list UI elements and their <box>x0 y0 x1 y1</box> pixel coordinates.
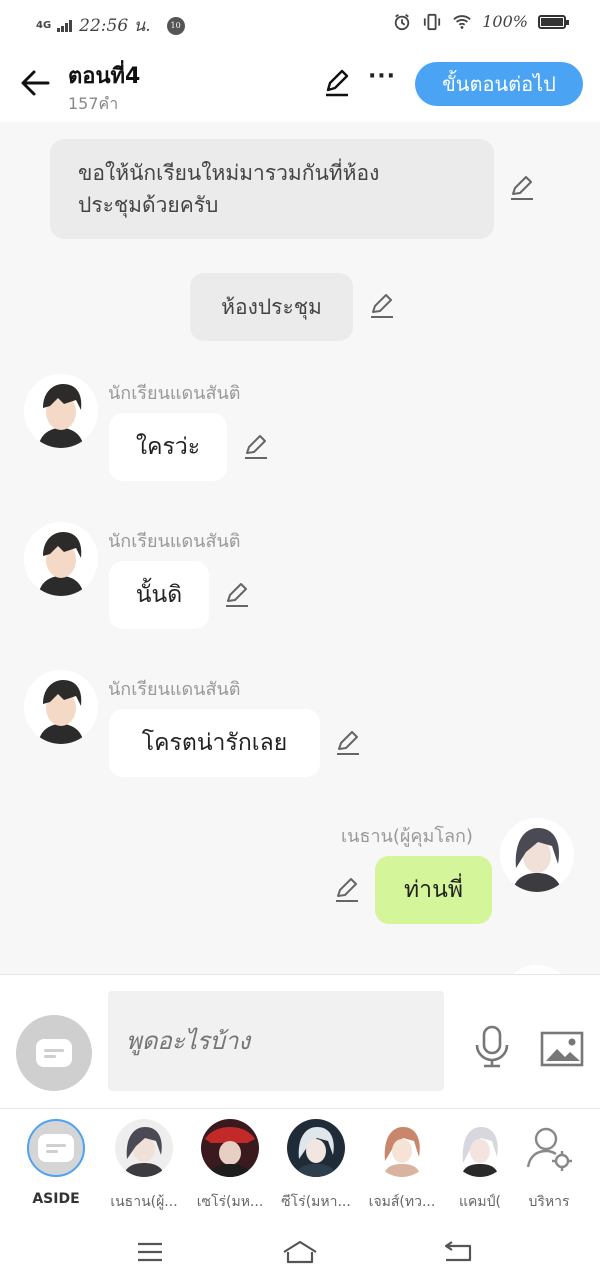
avatar <box>451 1119 509 1177</box>
home-icon[interactable] <box>282 1238 318 1266</box>
character-portrait-icon <box>24 670 98 744</box>
edit-pencil-icon[interactable] <box>508 174 536 202</box>
character-label: บริหาร <box>528 1194 570 1210</box>
avatar <box>201 1119 259 1177</box>
character-chip-aside[interactable]: ASIDE <box>16 1119 96 1207</box>
character-chip-manage[interactable]: บริหาร <box>509 1119 589 1213</box>
sender-name: นักเรียนแดนสันติ <box>108 531 241 552</box>
compose-bar <box>0 974 600 1108</box>
character-portrait-icon <box>24 374 98 448</box>
narration-bubble[interactable]: ขอให้นักเรียนใหม่มารวมกันที่ห้อง ประชุมด… <box>50 139 494 239</box>
back-arrow-icon[interactable] <box>18 66 52 100</box>
menu-icon[interactable] <box>132 1238 168 1266</box>
avatar <box>520 1119 578 1177</box>
narration-icon <box>36 1039 72 1067</box>
avatar[interactable] <box>24 374 98 448</box>
character-portrait-icon <box>201 1119 259 1177</box>
character-chip[interactable]: แคมป์( <box>440 1119 520 1213</box>
alarm-icon <box>395 13 410 30</box>
status-right: 100% <box>392 12 569 31</box>
app-root: 4G 22:56 น. 10 100% ตอนที่4 157คำ ··· ขั… <box>0 0 600 1287</box>
character-chip[interactable]: เนธาน(ผู้... <box>104 1119 184 1213</box>
character-portrait-icon <box>287 1119 345 1177</box>
word-count: 157คำ <box>68 94 119 113</box>
message-bubble[interactable]: โครตน่ารักเลย <box>109 709 320 777</box>
avatar <box>115 1119 173 1177</box>
battery-percent: 100% <box>482 12 528 31</box>
narration-icon <box>38 1134 74 1162</box>
character-portrait-icon <box>451 1119 509 1177</box>
more-options-button[interactable]: ··· <box>366 66 398 96</box>
episode-title: ตอนที่4 <box>68 64 141 89</box>
character-label: เนธาน(ผู้... <box>110 1194 178 1210</box>
next-step-button[interactable]: ขั้นตอนต่อไป <box>415 62 583 106</box>
avatar[interactable] <box>24 522 98 596</box>
sender-name: เนธาน(ผู้คุมโลก) <box>341 826 473 847</box>
aside-toggle-button[interactable] <box>16 1015 92 1091</box>
character-label: ASIDE <box>32 1191 80 1207</box>
avatar <box>27 1119 85 1177</box>
network-indicator: 4G <box>36 19 52 31</box>
message-bubble[interactable]: ใครว่ะ <box>109 413 227 481</box>
avatar[interactable] <box>24 670 98 744</box>
header: ตอนที่4 157คำ ··· ขั้นตอนต่อไป <box>0 48 600 122</box>
edit-pencil-icon[interactable] <box>242 433 270 461</box>
character-portrait-icon <box>115 1119 173 1177</box>
character-label: แคมป์( <box>459 1194 501 1210</box>
manage-characters-icon <box>526 1127 572 1171</box>
avatar <box>287 1119 345 1177</box>
character-portrait-icon <box>24 522 98 596</box>
edit-pencil-icon[interactable] <box>223 581 251 609</box>
scene-label-bubble[interactable]: ห้องประชุม <box>190 273 353 341</box>
character-portrait-icon <box>500 965 574 974</box>
character-label: เซโร่(มห... <box>196 1194 264 1210</box>
sender-name: นักเรียนแดนสันติ <box>108 383 241 404</box>
battery-icon <box>538 14 569 29</box>
character-chip[interactable]: เซโร่(มห... <box>190 1119 270 1213</box>
message-input[interactable] <box>108 991 444 1091</box>
system-nav-bar <box>0 1218 600 1287</box>
character-chip[interactable]: ซีโร่(มหา... <box>276 1119 356 1213</box>
clock: 22:56 น. <box>79 16 151 36</box>
character-label: เจมส์(ทว... <box>368 1194 436 1210</box>
avatar <box>373 1119 431 1177</box>
narration-line: ประชุมด้วยครับ <box>78 193 219 217</box>
edit-pencil-icon[interactable] <box>368 292 396 320</box>
chat-area[interactable]: ขอให้นักเรียนใหม่มารวมกันที่ห้อง ประชุมด… <box>0 122 600 974</box>
character-portrait-icon <box>500 818 574 892</box>
edit-pencil-icon[interactable] <box>333 876 361 904</box>
microphone-icon[interactable] <box>472 1025 512 1069</box>
status-bar: 4G 22:56 น. 10 100% <box>0 0 600 48</box>
status-left: 4G 22:56 น. 10 <box>36 12 185 39</box>
message-bubble[interactable]: นั้นดิ <box>109 561 209 629</box>
character-chip[interactable]: เจมส์(ทว... <box>362 1119 442 1213</box>
sender-name: นักเรียนแดนสันติ <box>108 679 241 700</box>
narration-line: ขอให้นักเรียนใหม่มารวมกันที่ห้อง <box>78 161 380 185</box>
edit-pencil-icon[interactable] <box>322 68 352 98</box>
edit-pencil-icon[interactable] <box>334 729 362 757</box>
notification-badge: 10 <box>166 16 185 35</box>
avatar[interactable] <box>500 965 574 974</box>
vibrate-icon <box>424 13 441 30</box>
my-message-bubble[interactable]: ท่านพี่ <box>375 856 492 924</box>
image-icon[interactable] <box>540 1031 584 1067</box>
wifi-icon <box>453 14 471 29</box>
character-selector: ASIDE เนธาน(ผู้... เซโร่(มห... ซีโร่(มหา… <box>0 1108 600 1218</box>
character-portrait-icon <box>373 1119 431 1177</box>
avatar[interactable] <box>500 818 574 892</box>
character-label: ซีโร่(มหา... <box>281 1194 351 1210</box>
back-icon[interactable] <box>440 1238 476 1266</box>
signal-icon <box>57 19 73 32</box>
